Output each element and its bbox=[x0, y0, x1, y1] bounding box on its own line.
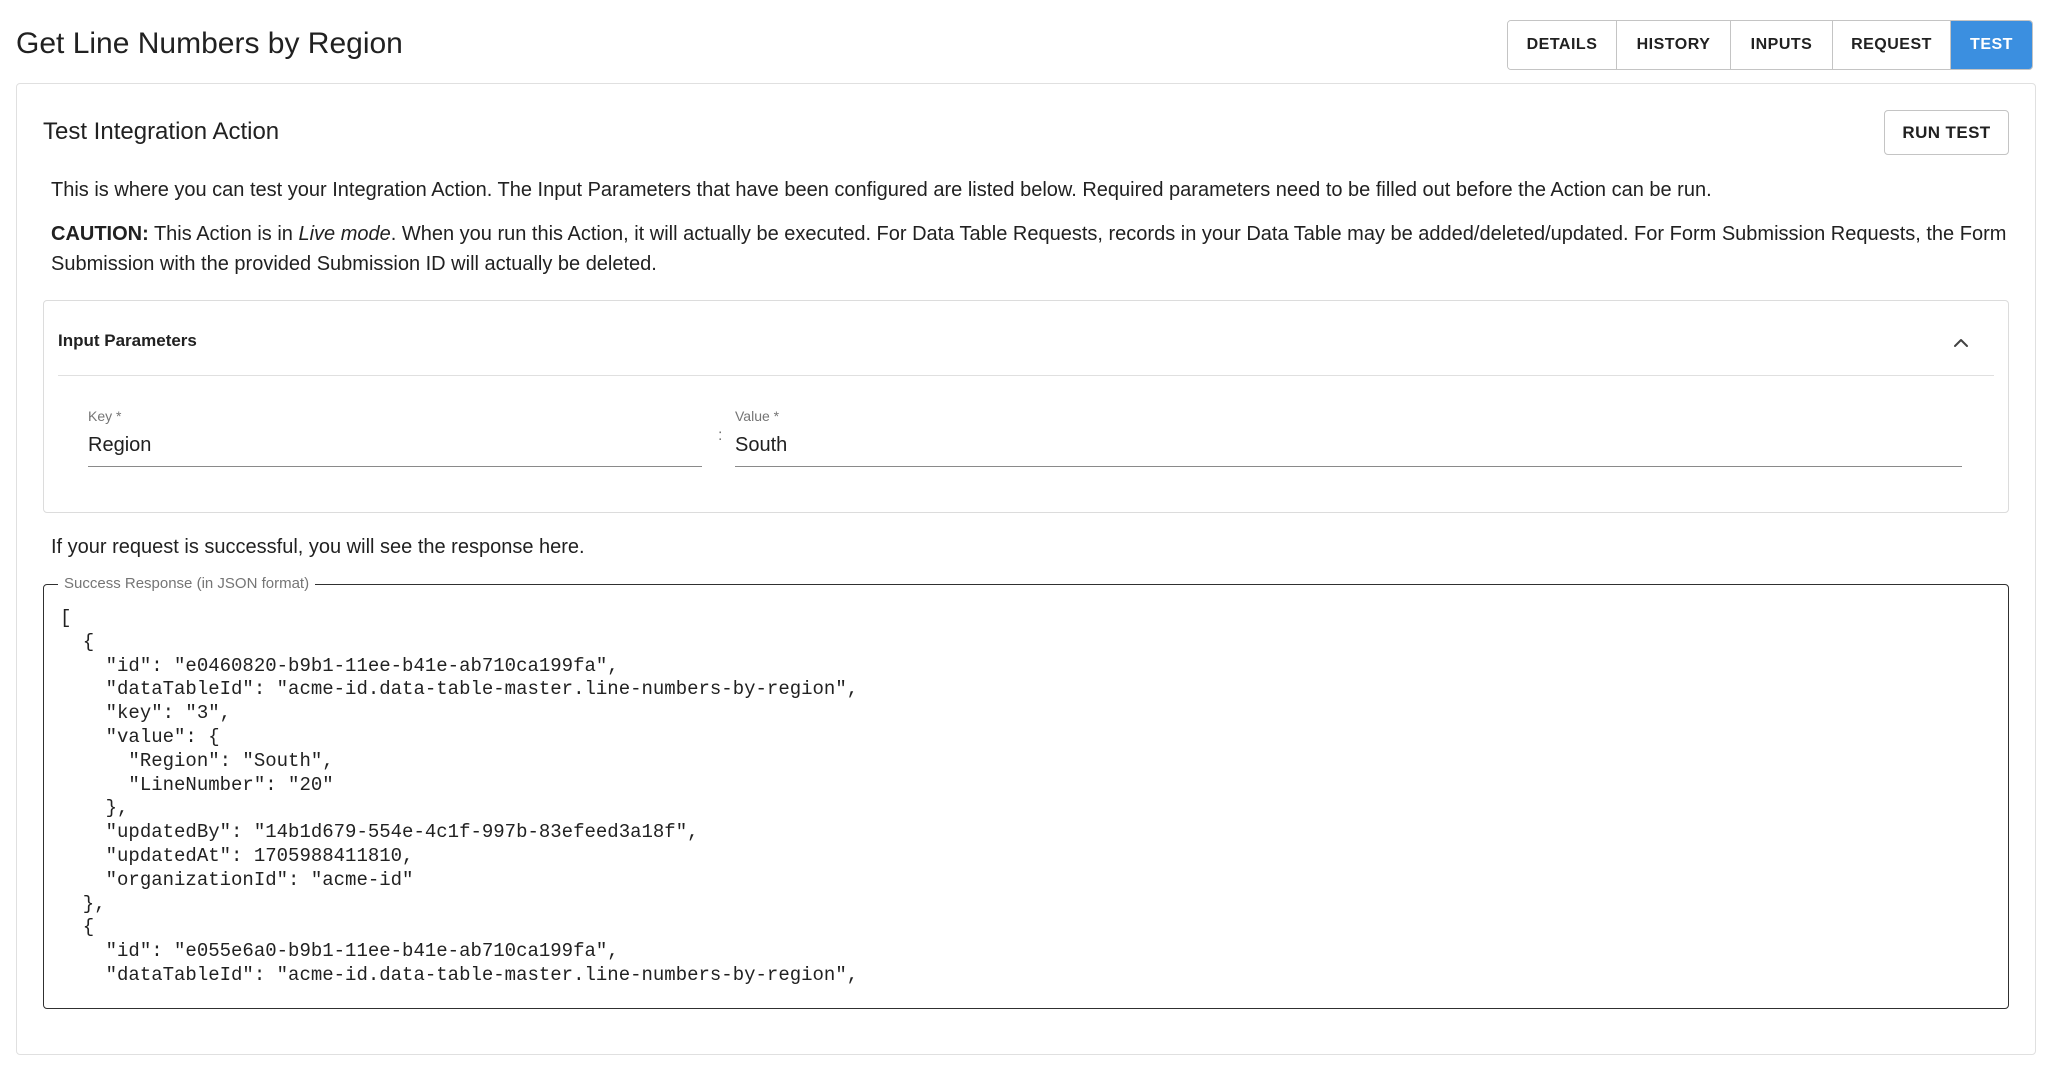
tab-bar: DETAILS HISTORY INPUTS REQUEST TEST bbox=[1507, 20, 2033, 70]
response-legend: Success Response (in JSON format) bbox=[58, 575, 316, 592]
caution-text: CAUTION: This Action is in Live mode. Wh… bbox=[51, 219, 2011, 279]
key-field[interactable]: Region bbox=[88, 434, 151, 457]
tab-details[interactable]: DETAILS bbox=[1508, 21, 1617, 69]
caution-text-before: This Action is in bbox=[148, 223, 299, 245]
caution-label: CAUTION: bbox=[51, 223, 149, 245]
divider bbox=[58, 375, 1994, 376]
live-mode-text: Live mode bbox=[298, 223, 391, 245]
tab-inputs[interactable]: INPUTS bbox=[1731, 21, 1833, 69]
input-parameters-header[interactable]: Input Parameters bbox=[58, 331, 197, 351]
value-field-label: Value * bbox=[735, 408, 780, 424]
response-hint: If your request is successful, you will … bbox=[51, 536, 585, 558]
value-field-underline bbox=[735, 466, 1962, 467]
run-test-button[interactable]: RUN TEST bbox=[1884, 110, 2009, 155]
value-field[interactable]: South bbox=[735, 434, 787, 457]
tab-test[interactable]: TEST bbox=[1951, 21, 2032, 69]
input-parameters-panel: Input Parameters Key * Region : Value * … bbox=[43, 300, 2009, 513]
key-value-separator: : bbox=[718, 427, 723, 444]
intro-text: This is where you can test your Integrat… bbox=[51, 179, 1712, 201]
test-action-card: Test Integration Action RUN TEST This is… bbox=[16, 83, 2036, 1055]
tab-history[interactable]: HISTORY bbox=[1617, 21, 1731, 69]
chevron-up-icon[interactable] bbox=[1949, 333, 1973, 353]
key-field-label: Key * bbox=[88, 408, 122, 424]
page-title: Get Line Numbers by Region bbox=[16, 27, 403, 60]
card-title: Test Integration Action bbox=[43, 118, 280, 145]
tab-request[interactable]: REQUEST bbox=[1833, 21, 1951, 69]
response-json[interactable]: [ { "id": "e0460820-b9b1-11ee-b41e-ab710… bbox=[60, 607, 858, 988]
success-response-box[interactable]: Success Response (in JSON format) [ { "i… bbox=[43, 575, 2009, 1009]
key-field-underline bbox=[88, 466, 702, 467]
